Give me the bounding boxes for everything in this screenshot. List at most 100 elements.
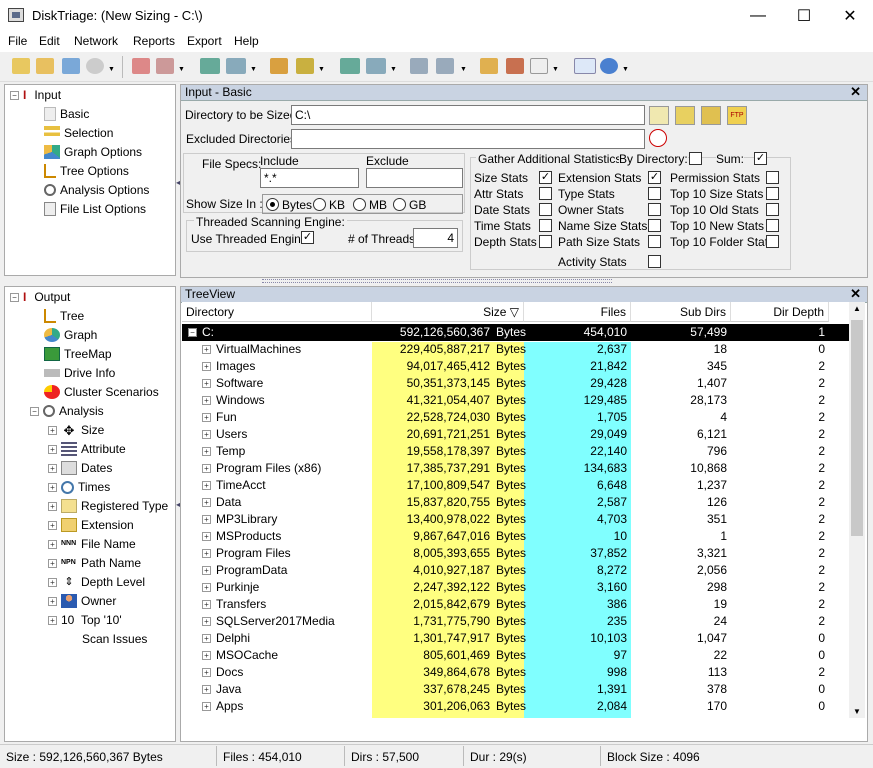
tree-input-root[interactable]: − I Input (10, 86, 61, 104)
refresh-icon[interactable] (62, 58, 80, 74)
unit-kb-radio[interactable] (313, 198, 326, 211)
menu-reports[interactable]: Reports (133, 34, 175, 48)
expand-icon[interactable]: + (202, 498, 211, 507)
top10-new-stats-checkbox[interactable] (766, 219, 779, 232)
parent-folder-icon[interactable] (675, 106, 695, 125)
owner-stats-checkbox[interactable] (648, 203, 661, 216)
menu-file[interactable]: File (8, 34, 27, 48)
expand-icon[interactable]: + (48, 463, 57, 473)
menu-network[interactable]: Network (74, 34, 118, 48)
xml-options-icon[interactable] (366, 58, 386, 74)
table-row[interactable]: + Delphi 1,301,747,917 Bytes 10,103 1,047 0 (182, 630, 849, 647)
tree-item-times[interactable]: + Times (48, 478, 110, 496)
collapse-icon[interactable]: − (188, 328, 197, 337)
path-size-stats-checkbox[interactable] (648, 235, 661, 248)
close-treeview-icon[interactable]: ✕ (850, 287, 861, 301)
expand-icon[interactable]: + (202, 379, 211, 388)
expand-icon[interactable]: + (202, 515, 211, 524)
dropdown-arrow-icon[interactable]: ▼ (390, 66, 397, 73)
activity-stats-checkbox[interactable] (648, 255, 661, 268)
table-row[interactable]: + Data 15,837,820,755 Bytes 2,587 126 2 (182, 494, 849, 511)
dropdown-arrow-icon[interactable]: ▼ (318, 66, 325, 73)
ftp-folder-icon[interactable]: FTP (727, 106, 747, 125)
help-icon[interactable] (600, 58, 618, 74)
tree-item-scan-issues[interactable]: Scan Issues (82, 630, 147, 648)
exclude-input[interactable] (366, 168, 463, 188)
extension-stats-checkbox[interactable]: ✓ (648, 171, 661, 184)
column-header-depth[interactable]: Dir Depth (731, 302, 829, 322)
top10-old-stats-checkbox[interactable] (766, 203, 779, 216)
menu-export[interactable]: Export (187, 34, 222, 48)
tree-item-owner[interactable]: + Owner (48, 592, 116, 610)
open-folder-icon[interactable] (12, 58, 30, 74)
collapse-icon[interactable]: − (10, 90, 19, 100)
column-header-size[interactable]: Size ▽ (372, 302, 524, 322)
tree-item-selection[interactable]: Selection (44, 124, 113, 142)
multi-folder-icon[interactable] (701, 106, 721, 125)
tree-item-registered-type[interactable]: + Registered Type (48, 497, 168, 515)
expand-icon[interactable]: + (202, 396, 211, 405)
tree-item-analysis-options[interactable]: Analysis Options (44, 181, 149, 199)
tree-item-file-list-options[interactable]: File List Options (44, 200, 146, 218)
expand-icon[interactable]: + (48, 558, 57, 568)
use-threaded-checkbox[interactable]: ✓ (301, 231, 314, 244)
new-folder-icon[interactable] (36, 58, 54, 74)
maximize-button[interactable]: ☐ (781, 0, 827, 31)
expand-icon[interactable]: + (202, 413, 211, 422)
table-row[interactable]: + Windows 41,321,054,407 Bytes 129,485 28,173… (182, 392, 849, 409)
expand-icon[interactable]: + (202, 651, 211, 660)
expand-icon[interactable]: + (202, 464, 211, 473)
sort-icon[interactable] (132, 58, 150, 74)
expand-icon[interactable]: + (48, 425, 57, 435)
unit-gb-radio[interactable] (393, 198, 406, 211)
expand-icon[interactable]: + (202, 668, 211, 677)
expand-icon[interactable]: + (202, 430, 211, 439)
browse-folder-icon[interactable] (649, 106, 669, 125)
checklist-icon[interactable] (530, 58, 548, 74)
dropdown-arrow-icon[interactable]: ▼ (622, 66, 629, 73)
expand-icon[interactable]: + (202, 617, 211, 626)
expand-icon[interactable]: + (48, 482, 57, 492)
dropdown-arrow-icon[interactable]: ▼ (460, 66, 467, 73)
scroll-down-icon[interactable]: ▼ (853, 707, 861, 716)
expand-icon[interactable]: + (48, 444, 57, 454)
table-row[interactable]: + Transfers 2,015,842,679 Bytes 386 19 2 (182, 596, 849, 613)
table-row[interactable]: + Purkinje 2,247,392,122 Bytes 3,160 298 2 (182, 579, 849, 596)
unit-bytes-radio[interactable] (266, 198, 279, 211)
tree-item-attribute[interactable]: + Attribute (48, 440, 126, 458)
chart-icon[interactable] (506, 58, 524, 74)
include-input[interactable]: *.* (260, 168, 359, 188)
scrollbar-thumb[interactable] (851, 320, 863, 536)
vertical-scrollbar[interactable]: ▲ ▼ (849, 302, 865, 718)
table-row[interactable]: + SQLServer2017Media 1,731,775,790 Bytes 235… (182, 613, 849, 630)
table-row[interactable]: + TimeAcct 17,100,809,547 Bytes 6,648 1,237 2 (182, 477, 849, 494)
permission-stats-checkbox[interactable] (766, 171, 779, 184)
table-row[interactable]: + VirtualMachines 229,405,887,217 Bytes 2,63… (182, 341, 849, 358)
tree-item-file-name[interactable]: + NNN File Name (48, 535, 136, 553)
stop-icon[interactable] (86, 58, 104, 74)
excluded-dirs-input[interactable] (291, 129, 645, 149)
depth-stats-checkbox[interactable] (539, 235, 552, 248)
expand-icon[interactable]: + (202, 532, 211, 541)
tree-item-analysis[interactable]: − Analysis (30, 402, 104, 420)
expand-icon[interactable]: + (202, 345, 211, 354)
tree-item-graph[interactable]: Graph (44, 326, 97, 344)
close-button[interactable]: ✕ (827, 0, 873, 31)
collapse-icon[interactable]: − (10, 292, 19, 302)
speech-bubble-icon[interactable] (574, 58, 596, 74)
table-row[interactable]: + Program Files 8,005,393,655 Bytes 37,852 3,… (182, 545, 849, 562)
dropdown-arrow-icon[interactable]: ▼ (552, 66, 559, 73)
size-stats-checkbox[interactable]: ✓ (539, 171, 552, 184)
horizontal-splitter[interactable] (262, 279, 612, 283)
import-xml-icon[interactable] (226, 58, 246, 74)
expand-icon[interactable]: + (202, 447, 211, 456)
menu-help[interactable]: Help (234, 34, 259, 48)
layout-icon[interactable] (436, 58, 454, 74)
tree-item-dates[interactable]: + Dates (48, 459, 112, 477)
table-row[interactable]: + Docs 349,864,678 Bytes 998 113 2 (182, 664, 849, 681)
expand-icon[interactable]: + (48, 577, 57, 587)
expand-icon[interactable]: + (202, 600, 211, 609)
table-row[interactable]: + Fun 22,528,724,030 Bytes 1,705 4 2 (182, 409, 849, 426)
filter-icon[interactable] (156, 58, 174, 74)
tree-item-tree[interactable]: Tree (44, 307, 84, 325)
